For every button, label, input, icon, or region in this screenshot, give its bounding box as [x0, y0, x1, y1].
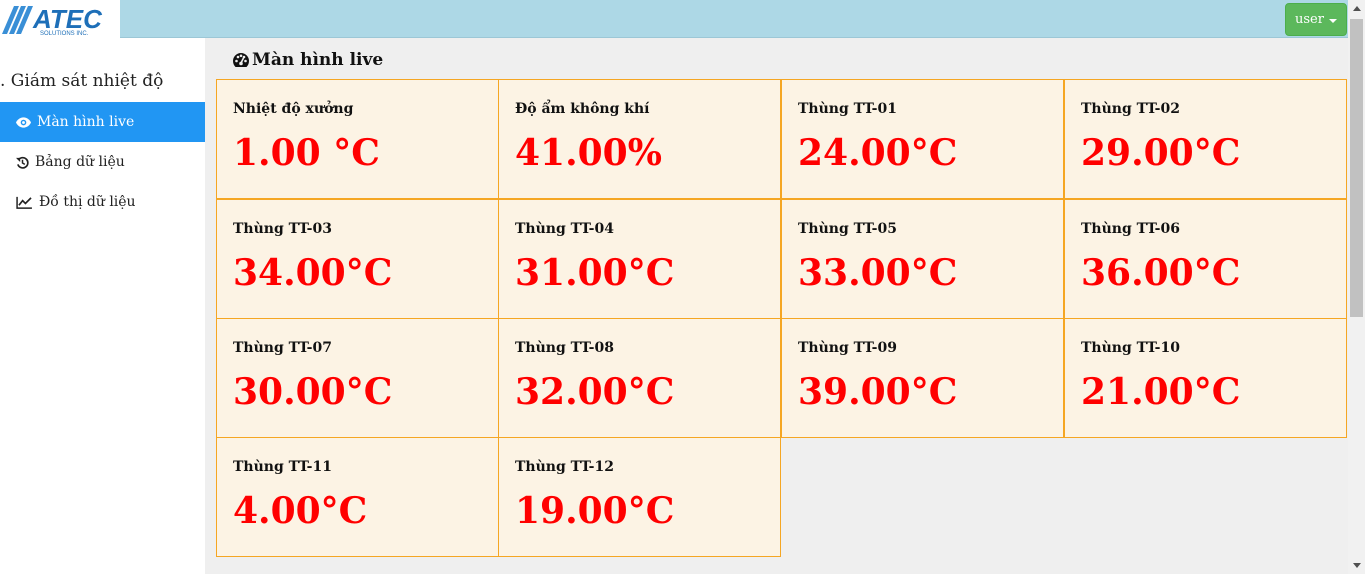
sensor-label: Thùng TT-02: [1081, 101, 1180, 117]
sensor-label: Thùng TT-08: [515, 340, 614, 356]
sensor-value: 31.00°C: [515, 252, 675, 294]
sidebar-title: . Giám sát nhiệt độ: [0, 71, 164, 91]
sensor-label: Thùng TT-07: [233, 340, 332, 356]
sensor-value: 19.00°C: [515, 490, 675, 532]
sidebar-item-live-screen[interactable]: Màn hình live: [0, 102, 205, 142]
sensor-label: Thùng TT-04: [515, 221, 614, 237]
sensor-value: 30.00°C: [233, 371, 393, 413]
sensor-value: 1.00 °C: [233, 132, 380, 174]
line-chart-icon: [16, 196, 32, 209]
sidebar: . Giám sát nhiệt độ Màn hình live Bảng d…: [0, 38, 205, 574]
sensor-label: Thùng TT-11: [233, 459, 332, 475]
sensor-value: 39.00°C: [798, 371, 958, 413]
sensor-card: Nhiệt độ xưởng 1.00 °C: [216, 79, 499, 199]
page-title-text: Màn hình live: [252, 50, 384, 70]
main-content: Màn hình live Nhiệt độ xưởng 1.00 °C Độ …: [205, 38, 1348, 574]
history-icon: [16, 156, 29, 169]
sidebar-item-label: Màn hình live: [37, 114, 135, 130]
atec-logo[interactable]: ATEC SOLUTIONS INC.: [0, 0, 120, 38]
scroll-down-arrow-icon[interactable]: [1348, 557, 1365, 574]
logo-subtext: SOLUTIONS INC.: [40, 31, 89, 37]
sensor-card: Thùng TT-07 30.00°C: [216, 318, 499, 438]
sensor-label: Thùng TT-10: [1081, 340, 1180, 356]
logo-text: ATEC: [32, 4, 103, 34]
eye-icon: [16, 116, 31, 128]
sensor-value: 34.00°C: [233, 252, 393, 294]
sensor-label: Thùng TT-12: [515, 459, 614, 475]
user-menu-button[interactable]: user: [1285, 3, 1347, 36]
sidebar-item-data-chart[interactable]: Đồ thị dữ liệu: [0, 182, 205, 222]
sensor-card: Thùng TT-09 39.00°C: [781, 318, 1064, 438]
user-label: user: [1295, 12, 1324, 27]
sensor-value: 41.00%: [515, 132, 662, 174]
sensor-label: Thùng TT-06: [1081, 221, 1180, 237]
sensor-card: Thùng TT-08 32.00°C: [498, 318, 781, 438]
sensor-value: 4.00°C: [233, 490, 368, 532]
sensor-label: Nhiệt độ xưởng: [233, 101, 354, 117]
sensor-value: 32.00°C: [515, 371, 675, 413]
sensor-label: Thùng TT-03: [233, 221, 332, 237]
dashboard-icon: [233, 53, 249, 67]
sensor-card: Độ ẩm không khí 41.00%: [498, 79, 781, 199]
sensor-value: 36.00°C: [1081, 252, 1241, 294]
sensor-card: Thùng TT-06 36.00°C: [1064, 199, 1347, 319]
sidebar-item-label: Đồ thị dữ liệu: [39, 194, 136, 210]
atec-logo-graphic: ATEC SOLUTIONS INC.: [2, 4, 103, 37]
sensor-card: Thùng TT-11 4.00°C: [216, 437, 499, 557]
sensor-label: Thùng TT-01: [798, 101, 897, 117]
sensor-value: 29.00°C: [1081, 132, 1241, 174]
sensor-card: Thùng TT-03 34.00°C: [216, 199, 499, 319]
sensor-label: Thùng TT-09: [798, 340, 897, 356]
sensor-card: Thùng TT-02 29.00°C: [1064, 79, 1347, 199]
vertical-scrollbar[interactable]: [1348, 0, 1365, 574]
page-title: Màn hình live: [232, 50, 383, 70]
scroll-up-arrow-icon[interactable]: [1348, 0, 1365, 17]
sensor-card: Thùng TT-10 21.00°C: [1064, 318, 1347, 438]
sensor-card: Thùng TT-05 33.00°C: [781, 199, 1064, 319]
sidebar-item-label: Bảng dữ liệu: [35, 154, 125, 170]
sensor-label: Thùng TT-05: [798, 221, 897, 237]
top-navbar: ATEC SOLUTIONS INC. user: [0, 0, 1348, 38]
sensor-value: 33.00°C: [798, 252, 958, 294]
sidebar-item-data-table[interactable]: Bảng dữ liệu: [0, 142, 205, 182]
sensor-label: Độ ẩm không khí: [515, 101, 650, 117]
sensor-card: Thùng TT-04 31.00°C: [498, 199, 781, 319]
sensor-card: Thùng TT-12 19.00°C: [498, 437, 781, 557]
sensor-value: 21.00°C: [1081, 371, 1241, 413]
scrollbar-thumb[interactable]: [1350, 19, 1363, 317]
sensor-value: 24.00°C: [798, 132, 958, 174]
sensor-card: Thùng TT-01 24.00°C: [781, 79, 1064, 199]
caret-down-icon: [1328, 18, 1337, 23]
